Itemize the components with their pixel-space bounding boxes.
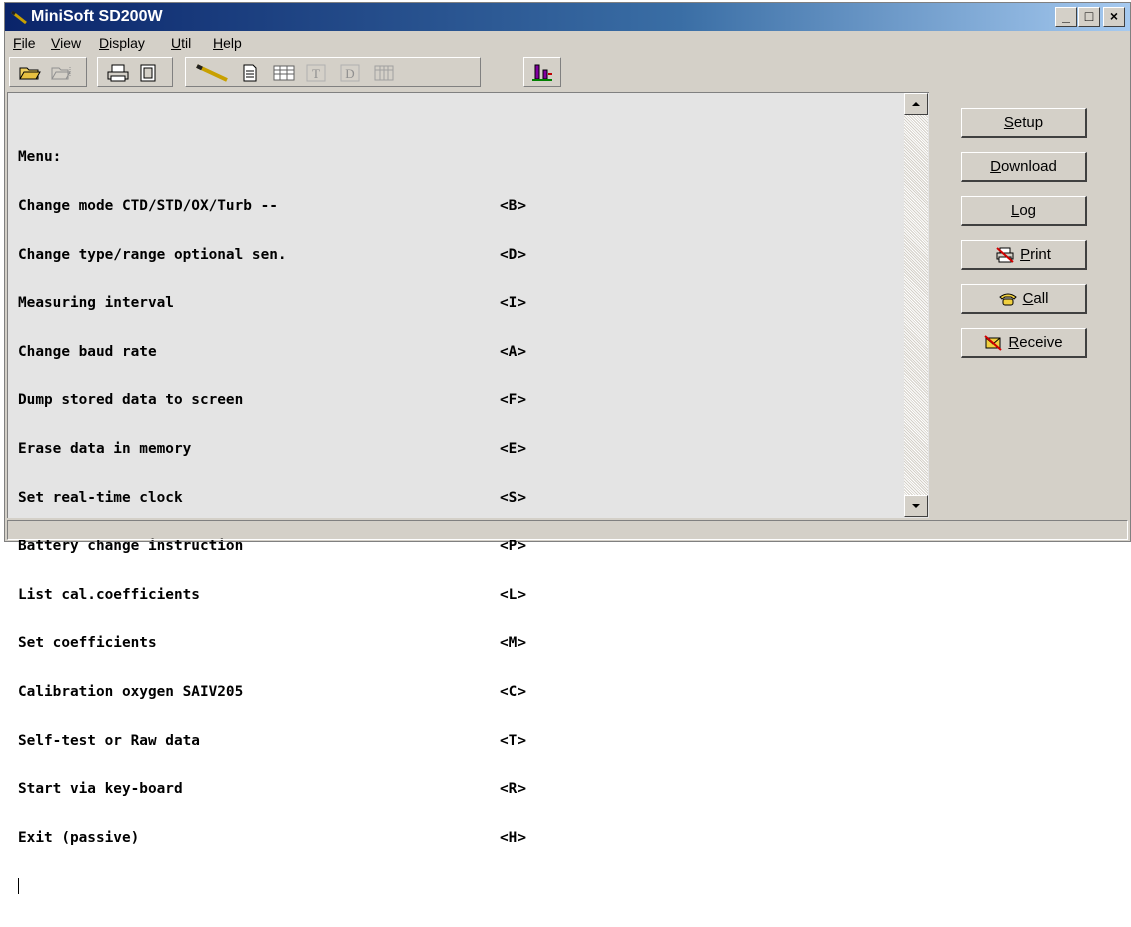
toolbar: T D <box>9 56 569 90</box>
scroll-up-button[interactable] <box>904 93 928 115</box>
chart-icon[interactable] <box>528 62 556 84</box>
page-icon[interactable] <box>134 62 162 84</box>
terminal-header: Menu: <box>18 149 62 166</box>
menu-row: Exit (passive) <H> <box>18 829 526 846</box>
table-icon[interactable] <box>270 62 298 84</box>
terminal-output[interactable]: Menu: Change mode CTD/STD/OX/Turb -- <B> … <box>7 92 929 895</box>
menu-row: Dump stored data to screen <F> <box>18 392 526 409</box>
minimize-button[interactable]: _ <box>1055 7 1077 27</box>
setup-button[interactable]: Setup <box>961 108 1087 138</box>
open-file-disabled-icon[interactable] <box>48 62 76 84</box>
menu-row: Self-test or Raw data <T> <box>18 732 526 749</box>
toolbar-group-view: T D <box>185 57 481 87</box>
print-icon[interactable] <box>104 62 132 84</box>
window-title: MiniSoft SD200W <box>31 8 163 25</box>
scroll-up-arrow-icon <box>912 102 920 106</box>
vertical-scrollbar[interactable] <box>904 93 928 517</box>
scroll-down-arrow-icon <box>912 504 920 508</box>
menu-view[interactable]: View <box>51 35 81 51</box>
log-button[interactable]: Log <box>961 196 1087 226</box>
menu-row: Battery change instruction <P> <box>18 538 526 555</box>
menu-row: Erase data in memory <E> <box>18 440 526 457</box>
menu-row: Set real-time clock <S> <box>18 489 526 506</box>
menu-row: Calibration oxygen SAIV205 <C> <box>18 683 526 700</box>
receive-button[interactable]: Receive <box>961 328 1087 358</box>
document-icon[interactable] <box>236 62 264 84</box>
toolbar-group-chart <box>523 57 561 87</box>
receive-icon <box>984 334 1003 351</box>
menu-row: Change type/range optional sen. <D> <box>18 246 526 263</box>
menu-row: Start via key-board <R> <box>18 781 526 798</box>
menu-display[interactable]: Display <box>99 35 145 51</box>
scroll-down-button[interactable] <box>904 495 928 517</box>
menu-row: Change baud rate <A> <box>18 343 526 360</box>
open-folder-icon[interactable] <box>16 62 44 84</box>
status-bar <box>7 520 1128 540</box>
menu-row: Set coefficients <M> <box>18 635 526 652</box>
telephone-icon <box>998 293 1017 305</box>
call-button[interactable]: Call <box>961 284 1087 314</box>
pen-icon[interactable] <box>192 62 232 84</box>
printer-icon <box>996 246 1014 263</box>
title-bar[interactable]: MiniSoft SD200W _ □ × <box>5 3 1130 31</box>
text-caret <box>18 878 19 895</box>
toolbar-group-print <box>97 57 173 87</box>
menu-row: Change mode CTD/STD/OX/Turb -- <B> <box>18 198 526 214</box>
menu-file[interactable]: File <box>13 35 36 51</box>
text-d-icon[interactable]: D <box>336 62 364 84</box>
cursor-line <box>18 878 287 895</box>
close-button[interactable]: × <box>1103 7 1125 27</box>
toolbar-group-file <box>9 57 87 87</box>
menu-help[interactable]: Help <box>213 35 242 51</box>
menu-bar: File View Display Util Help <box>5 32 1130 54</box>
menu-row: List cal.coefficients <L> <box>18 586 526 603</box>
action-panel: Setup Download Log Print Call Receive <box>933 92 1130 518</box>
menu-util[interactable]: Util <box>171 35 191 51</box>
print-button[interactable]: Print <box>961 240 1087 270</box>
svg-text:D: D <box>345 66 354 81</box>
text-t-icon[interactable]: T <box>302 62 330 84</box>
svg-text:T: T <box>312 66 320 81</box>
app-window: MiniSoft SD200W _ □ × File View Display … <box>4 2 1131 895</box>
grid-icon[interactable] <box>370 62 398 84</box>
download-button[interactable]: Download <box>961 152 1087 182</box>
pen-app-icon <box>11 10 27 25</box>
menu-row: Measuring interval <I> <box>18 295 526 312</box>
maximize-button[interactable]: □ <box>1078 7 1100 27</box>
